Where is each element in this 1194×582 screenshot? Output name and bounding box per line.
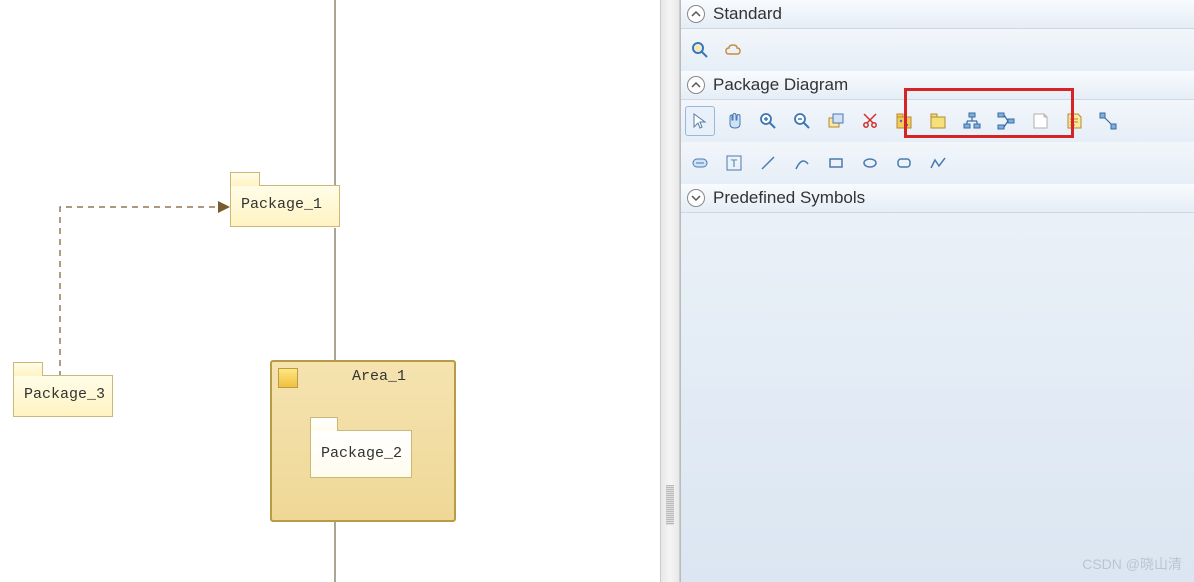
area-label: Area_1 (352, 368, 406, 385)
section-title: Package Diagram (713, 75, 848, 95)
package-node-2[interactable]: Package_2 (310, 430, 412, 478)
ellipse-icon[interactable] (855, 148, 885, 178)
package-tab-icon (230, 172, 260, 186)
package-tab-icon (310, 417, 338, 431)
arc-icon[interactable] (787, 148, 817, 178)
package-tab-icon (13, 362, 43, 376)
diagram-canvas[interactable]: Package_1 Package_3 Area_1 Package_2 (0, 0, 660, 582)
package-node-1[interactable]: Package_1 (230, 185, 340, 227)
properties-icon[interactable] (821, 106, 851, 136)
rect-icon[interactable] (821, 148, 851, 178)
svg-text:T: T (731, 158, 738, 170)
polyline-icon[interactable] (923, 148, 953, 178)
scissors-icon[interactable] (855, 106, 885, 136)
section-title: Predefined Symbols (713, 188, 865, 208)
package-label: Package_3 (14, 376, 112, 413)
package-plain-icon[interactable] (923, 106, 953, 136)
line-icon[interactable] (753, 148, 783, 178)
package-label: Package_2 (311, 431, 411, 476)
dependency-tree-icon[interactable] (991, 106, 1021, 136)
arrowhead-right-icon (218, 201, 230, 213)
chevron-up-icon (687, 76, 705, 94)
conn-dashed (60, 207, 222, 377)
text-icon[interactable]: T (719, 148, 749, 178)
section-title: Standard (713, 4, 782, 24)
section-header-predefined[interactable]: Predefined Symbols (681, 184, 1194, 213)
chevron-up-icon (687, 5, 705, 23)
section-header-package-diagram[interactable]: Package Diagram (681, 71, 1194, 100)
hand-icon[interactable] (719, 106, 749, 136)
pointer-icon[interactable] (685, 106, 715, 136)
area-corner-icon (278, 368, 298, 388)
splitter-grip-icon (666, 485, 674, 525)
package-node-3[interactable]: Package_3 (13, 375, 113, 417)
document-icon[interactable] (1059, 106, 1089, 136)
chevron-down-icon (687, 189, 705, 207)
cloud-icon[interactable] (719, 35, 749, 65)
package-label: Package_1 (231, 186, 339, 223)
watermark: CSDN @晓山清 (1082, 554, 1182, 574)
link-icon[interactable] (1093, 106, 1123, 136)
pane-splitter[interactable] (660, 0, 680, 582)
package-diagram-tools-row2: T (681, 142, 1194, 184)
toolbox-panel: Standard Package Diagram (680, 0, 1194, 582)
zoom-in-icon[interactable] (753, 106, 783, 136)
note-icon[interactable] (1025, 106, 1055, 136)
zoom-out-icon[interactable] (787, 106, 817, 136)
roundrect-icon[interactable] (889, 148, 919, 178)
package-diagram-tools-row1 (681, 100, 1194, 142)
standard-tools (681, 29, 1194, 71)
title-icon[interactable] (685, 148, 715, 178)
package-highlight-icon[interactable] (889, 106, 919, 136)
section-header-standard[interactable]: Standard (681, 0, 1194, 29)
search-icon[interactable] (685, 35, 715, 65)
hierarchy-icon[interactable] (957, 106, 987, 136)
